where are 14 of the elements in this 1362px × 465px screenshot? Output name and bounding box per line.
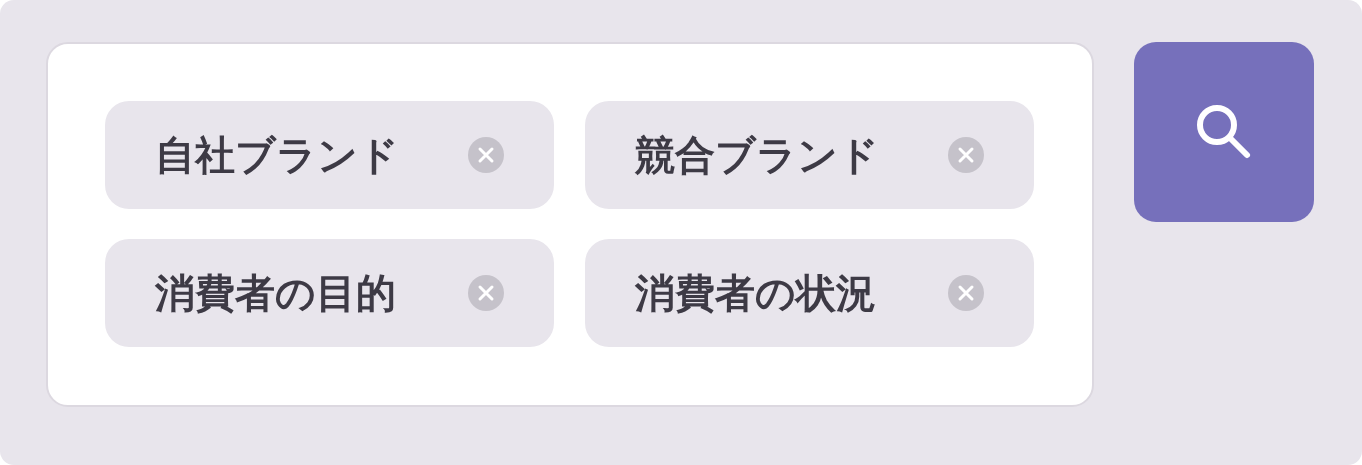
tag-label: 消費者の目的 [155,269,396,318]
search-button[interactable] [1134,42,1314,222]
tag-chip[interactable]: 消費者の状況 [585,239,1034,347]
remove-icon[interactable] [468,137,504,173]
tag-label: 自社ブランド [155,131,399,180]
tag-chip[interactable]: 自社ブランド [105,101,554,209]
remove-icon[interactable] [948,275,984,311]
tag-label: 競合ブランド [635,131,879,180]
tag-chip[interactable]: 消費者の目的 [105,239,554,347]
tag-chip[interactable]: 競合ブランド [585,101,1034,209]
tag-label: 消費者の状況 [635,269,876,318]
remove-icon[interactable] [468,275,504,311]
tag-input-field[interactable]: 自社ブランド 競合ブランド 消費者の目的 消費者の状況 [46,42,1094,407]
remove-icon[interactable] [948,137,984,173]
